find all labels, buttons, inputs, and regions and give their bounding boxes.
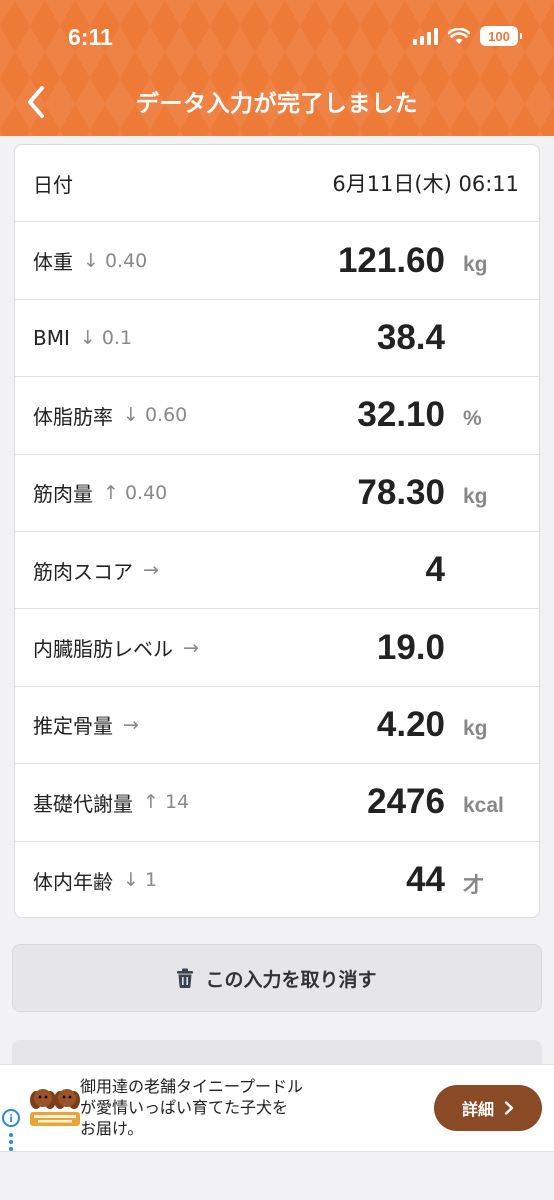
metric-label: 体重 (33, 250, 73, 275)
metric-label: 内臓脂肪レベル (33, 637, 173, 662)
metric-row-bmi: BMI ↓ 0.1 38.4 (15, 300, 539, 378)
date-value: 6月11日(木) 06:11 (332, 172, 519, 197)
cancel-input-button[interactable]: この入力を取り消す (12, 944, 542, 1012)
metric-value: 19.0 (376, 627, 445, 667)
battery-icon: 100 (480, 26, 522, 46)
app-header: 6:11 100 データ入力が完了しました (0, 0, 554, 136)
metric-row-body-age: 体内年齢 ↓ 1 44 才 (15, 842, 539, 917)
metric-value: 4 (425, 550, 445, 590)
metric-unit: kcal (463, 794, 504, 818)
ad-text[interactable]: 御用達の老舗タイニープードル が愛情いっぱい育てた子犬を お届け。 (80, 1076, 360, 1139)
trash-icon (177, 968, 194, 988)
metric-label: 体内年齢 (33, 869, 113, 894)
metric-value: 2476 (367, 782, 445, 822)
metric-value: 121.60 (337, 240, 445, 280)
metric-row-weight: 体重 ↓ 0.40 121.60 kg (15, 222, 539, 300)
result-card: 日付 6月11日(木) 06:11 体重 ↓ 0.40 121.60 kg BMI… (14, 144, 540, 918)
metric-delta: → (123, 713, 139, 736)
metric-delta: ↓ 1 (123, 869, 158, 892)
metric-delta: ↑ 0.40 (103, 481, 168, 504)
ad-details-button[interactable]: 詳細 (434, 1085, 542, 1131)
ad-line: 御用達の老舗タイニープードル (80, 1077, 304, 1096)
metric-value: 44 (406, 860, 445, 900)
metric-row-muscle-score: 筋肉スコア → 4 (15, 532, 539, 610)
cellular-signal-icon (413, 27, 438, 45)
status-time: 6:11 (68, 24, 113, 50)
metric-value: 32.10 (357, 395, 445, 435)
metric-delta: ↓ 0.40 (83, 249, 148, 272)
page-title: データ入力が完了しました (136, 91, 418, 117)
metric-delta: → (183, 636, 199, 659)
metric-delta: ↓ 0.1 (79, 326, 133, 349)
metric-unit: kg (463, 716, 488, 740)
metric-unit: % (463, 407, 482, 431)
metric-label: 推定骨量 (33, 714, 113, 739)
metric-unit: kg (463, 484, 488, 508)
more-options-icon[interactable] (9, 1133, 13, 1151)
metric-delta: ↑ 14 (143, 791, 190, 814)
info-icon[interactable]: i (2, 1109, 20, 1127)
cancel-input-label: この入力を取り消す (205, 968, 377, 991)
metric-row-visceral-fat: 内臓脂肪レベル → 19.0 (15, 609, 539, 687)
metric-unit: kg (463, 252, 488, 276)
date-row: 日付 6月11日(木) 06:11 (15, 145, 539, 223)
metric-label: 筋肉量 (33, 482, 93, 507)
status-icons: 100 (413, 26, 522, 46)
metric-label: 基礎代謝量 (33, 791, 133, 816)
ad-line: が愛情いっぱい育てた子犬を (80, 1098, 289, 1117)
ad-details-label: 詳細 (461, 1100, 494, 1119)
metric-label: 筋肉スコア (33, 559, 133, 584)
metric-delta: ↓ 0.60 (123, 404, 188, 427)
metric-unit: 才 (463, 874, 484, 898)
metric-value: 38.4 (376, 317, 445, 357)
metric-delta: → (143, 559, 159, 582)
metric-row-basal-metabolism: 基礎代謝量 ↑ 14 2476 kcal (15, 764, 539, 842)
metric-label: 体脂肪率 (33, 404, 113, 429)
date-label: 日付 (33, 172, 73, 197)
metric-value: 4.20 (376, 704, 445, 744)
metric-label: BMI (33, 325, 70, 350)
puppy-logo-icon (30, 1089, 80, 1126)
metric-value: 78.30 (357, 472, 445, 512)
metric-row-body-fat: 体脂肪率 ↓ 0.60 32.10 % (15, 377, 539, 455)
metric-row-bone-mass: 推定骨量 → 4.20 kg (15, 687, 539, 765)
wifi-icon (448, 27, 470, 44)
metric-row-muscle-mass: 筋肉量 ↑ 0.40 78.30 kg (15, 455, 539, 532)
chevron-right-icon (504, 1101, 514, 1115)
ad-line: お届け。 (80, 1119, 144, 1138)
